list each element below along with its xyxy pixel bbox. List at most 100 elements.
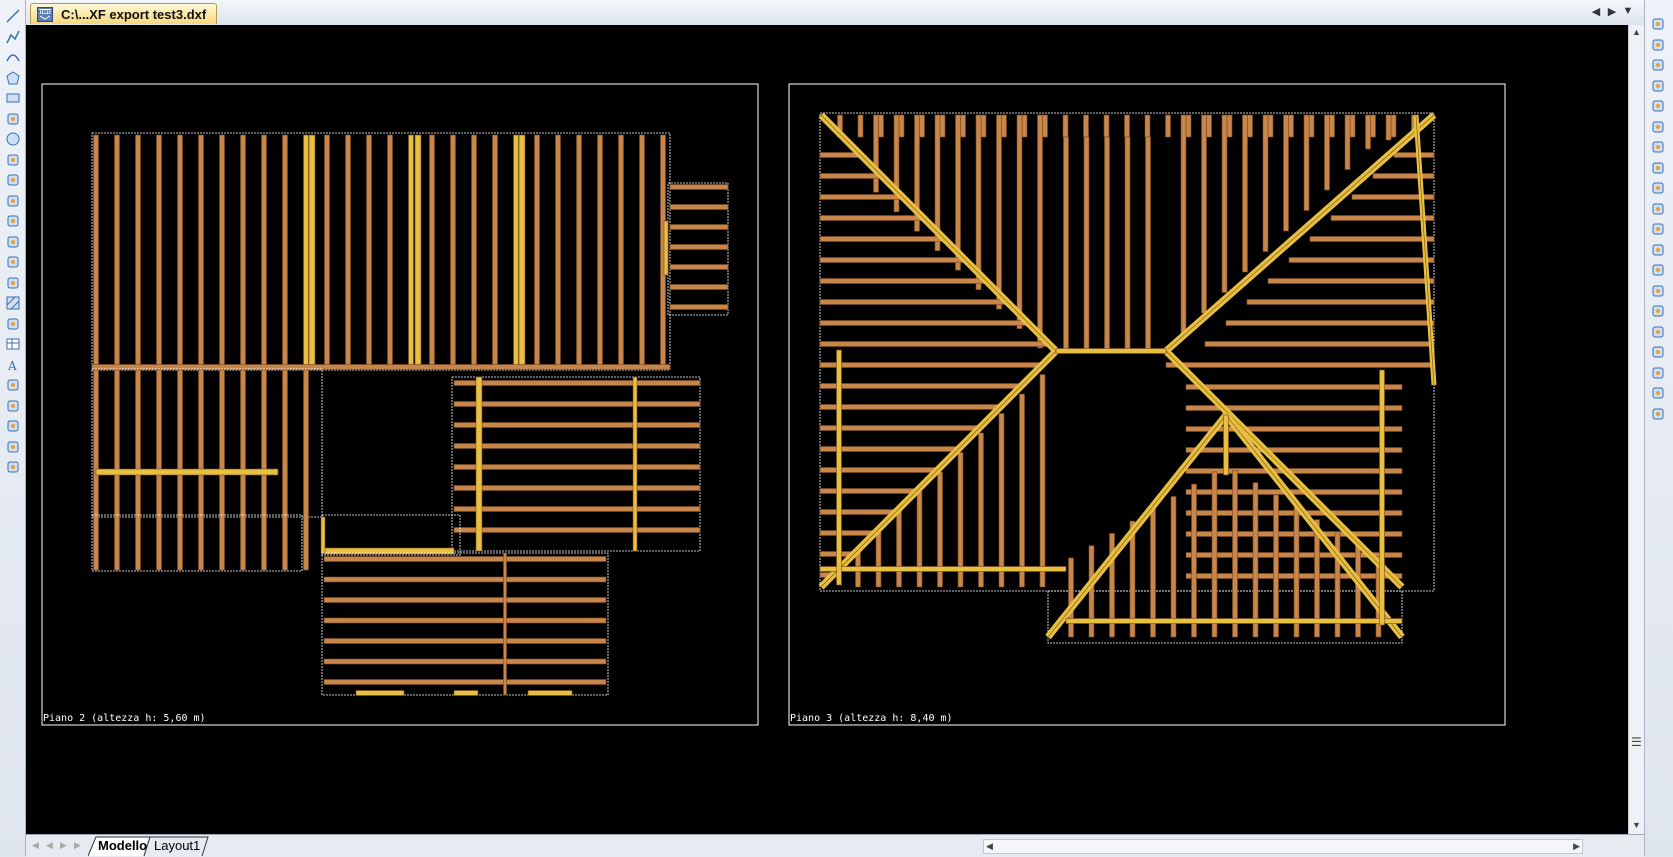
scroll-right-icon[interactable]: ▶ — [1573, 841, 1580, 852]
tab-modello[interactable]: Modello — [98, 837, 147, 855]
joist — [819, 341, 1051, 347]
break-icon[interactable] — [1648, 240, 1668, 260]
layer-previous-icon[interactable] — [1648, 383, 1668, 403]
chamfer-icon[interactable] — [1648, 281, 1668, 301]
ucs-icon[interactable] — [3, 457, 23, 477]
dwg-file-icon-label: DWG — [39, 9, 52, 15]
mtext-icon[interactable] — [3, 416, 23, 436]
line-icon[interactable] — [3, 6, 23, 26]
rafter — [1104, 136, 1110, 352]
document-tab-bar: DWG C:\...XF export test3.dxf ◀ ▶ ▼ — [26, 0, 1644, 26]
array-icon[interactable] — [1648, 96, 1668, 116]
joist — [95, 468, 279, 476]
scroll-left-icon[interactable]: ◀ — [986, 841, 993, 852]
dimension-icon[interactable] — [3, 375, 23, 395]
rafter — [156, 134, 162, 369]
rafter — [1349, 114, 1356, 138]
insert-block-icon[interactable] — [3, 232, 23, 252]
scale-icon[interactable] — [1648, 158, 1668, 178]
wall-outline — [321, 552, 609, 696]
rafter — [414, 134, 422, 369]
rafter — [1039, 374, 1046, 588]
layer-icon[interactable] — [1648, 342, 1668, 362]
scroll-up-icon[interactable]: ▲ — [1632, 27, 1641, 37]
rotate-icon[interactable] — [1648, 137, 1668, 157]
joist — [453, 485, 701, 491]
rafter — [1001, 114, 1007, 138]
joist — [819, 425, 980, 431]
rafter — [1252, 482, 1259, 638]
rafter — [1329, 114, 1335, 138]
stretch-icon[interactable] — [1648, 178, 1668, 198]
tolerance-icon[interactable] — [3, 396, 23, 416]
joist — [1225, 320, 1435, 326]
move-icon[interactable] — [1648, 117, 1668, 137]
scroll-down-icon[interactable]: ▼ — [1632, 820, 1641, 830]
joist — [1288, 257, 1435, 263]
mirror-icon[interactable] — [1648, 55, 1668, 75]
make-block-icon[interactable] — [3, 252, 23, 272]
rectangle-icon[interactable] — [3, 88, 23, 108]
erase-icon[interactable] — [1648, 14, 1668, 34]
freehand-icon[interactable] — [3, 170, 23, 190]
copy-icon[interactable] — [1648, 35, 1668, 55]
next-tab-button[interactable]: ▶ — [1606, 5, 1618, 18]
polygon-icon[interactable] — [3, 68, 23, 88]
spline-icon[interactable] — [3, 109, 23, 129]
tab-layout1[interactable]: Layout1 — [154, 837, 200, 855]
joist — [819, 173, 883, 179]
rafter — [345, 134, 351, 369]
properties-icon[interactable] — [3, 437, 23, 457]
offset-icon[interactable] — [1648, 76, 1668, 96]
last-layout-icon[interactable]: ▶ — [74, 840, 81, 851]
joist — [819, 299, 1009, 305]
layer-states-icon[interactable] — [1648, 363, 1668, 383]
rafter — [1124, 136, 1131, 352]
joist — [819, 566, 1067, 572]
rafter — [978, 432, 984, 588]
extend-icon[interactable] — [1648, 219, 1668, 239]
circle-icon[interactable] — [3, 129, 23, 149]
text-icon[interactable]: A — [3, 355, 23, 375]
ellipse-arc-icon[interactable] — [3, 211, 23, 231]
viewport-piano-2[interactable] — [41, 83, 759, 726]
polyline-icon[interactable] — [3, 27, 23, 47]
arc-icon[interactable] — [3, 47, 23, 67]
rafter — [597, 134, 603, 369]
horizontal-scrollbar[interactable]: ◀ ▶ — [983, 839, 1583, 854]
next-layout-icon[interactable]: ▶ — [60, 840, 67, 851]
fillet-icon[interactable] — [1648, 301, 1668, 321]
viewport-piano-3[interactable] — [788, 83, 1506, 726]
joist — [669, 264, 729, 270]
rafter — [513, 134, 519, 369]
revision-cloud-icon[interactable] — [3, 150, 23, 170]
joist — [453, 506, 701, 512]
hatch-icon[interactable] — [3, 293, 23, 313]
rafter — [475, 376, 483, 552]
rafter — [503, 552, 507, 696]
explode-icon[interactable] — [1648, 322, 1668, 342]
ellipse-icon[interactable] — [3, 191, 23, 211]
vertical-scrollbar[interactable]: ▲ ☰ ▼ — [1628, 25, 1645, 834]
joist — [819, 215, 925, 221]
rafter — [980, 114, 987, 138]
rafter — [663, 220, 669, 276]
document-tab[interactable]: DWG C:\...XF export test3.dxf — [30, 3, 218, 24]
layer-isolate-icon[interactable] — [1648, 404, 1668, 424]
joist — [323, 679, 607, 685]
first-layout-icon[interactable]: ◀ — [32, 840, 39, 851]
trim-icon[interactable] — [1648, 199, 1668, 219]
rafter — [1242, 114, 1248, 273]
prev-tab-button[interactable]: ◀ — [1590, 5, 1602, 18]
scroll-menu-icon[interactable]: ☰ — [1631, 735, 1642, 749]
rafter — [303, 369, 309, 571]
rafter — [1068, 557, 1074, 638]
prev-layout-icon[interactable]: ◀ — [46, 840, 53, 851]
drawing-canvas[interactable]: Piano 2 (altezza h: 5,60 m) Piano 3 (alt… — [26, 25, 1628, 834]
join-icon[interactable] — [1648, 260, 1668, 280]
point-icon[interactable] — [3, 273, 23, 293]
joist — [453, 401, 701, 407]
tab-list-button[interactable]: ▼ — [1622, 5, 1634, 18]
region-icon[interactable] — [3, 314, 23, 334]
table-icon[interactable] — [3, 334, 23, 354]
